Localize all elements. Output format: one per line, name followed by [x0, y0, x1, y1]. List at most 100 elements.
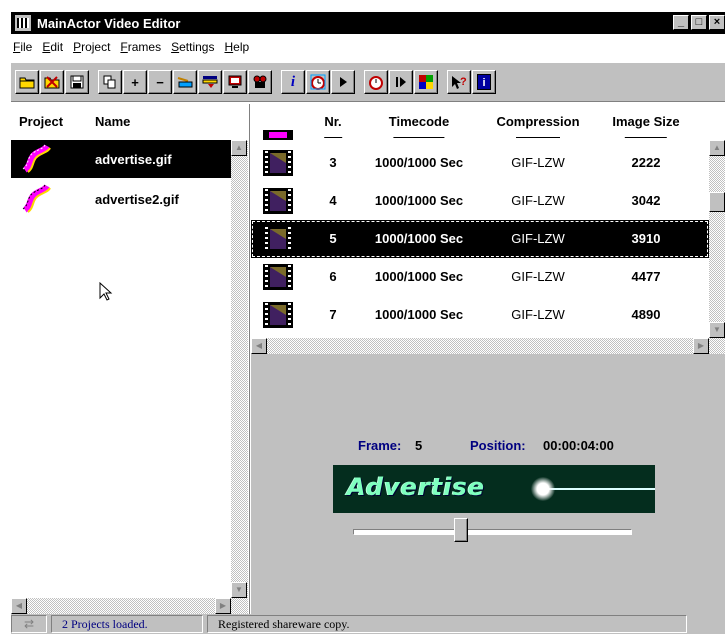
frame-nr: 4: [329, 193, 337, 208]
compression-column-header[interactable]: Compression: [483, 104, 593, 142]
frame-image-size: 4890: [631, 307, 661, 322]
stopwatch-icon[interactable]: [364, 70, 388, 94]
film-frame-icon: [263, 188, 293, 214]
project-list-hscrollbar[interactable]: ◀ ▶: [11, 598, 248, 614]
film-strip-icon: [22, 184, 51, 213]
frame-row[interactable]: 7 1000/1000 Sec GIF-LZW 4890: [251, 296, 709, 334]
scroll-down-icon[interactable]: ▼: [231, 582, 247, 598]
film-strip-icon: [22, 144, 51, 173]
project-list-vscrollbar[interactable]: ▲ ▼: [231, 140, 248, 598]
frame-timecode: 1000/1000 Sec: [374, 231, 464, 246]
window-controls: _ □ ×: [673, 15, 725, 30]
menu-project[interactable]: Project: [73, 40, 110, 54]
frame-timecode: 1000/1000 Sec: [374, 193, 464, 208]
lens-flare-line: [543, 488, 655, 490]
preview-banner-text: Advertise: [347, 473, 486, 501]
maximize-icon[interactable]: □: [691, 15, 707, 30]
frame-row[interactable]: 6 1000/1000 Sec GIF-LZW 4477: [251, 258, 709, 296]
menu-edit[interactable]: Edit: [42, 40, 63, 54]
project-name: advertise2.gif: [95, 191, 179, 207]
mouse-cursor-icon: [99, 282, 113, 301]
alarm-clock-icon[interactable]: [306, 70, 330, 94]
position-label: Position:: [470, 438, 526, 453]
frame-nr: 5: [329, 231, 337, 246]
film-frame-icon: [263, 302, 293, 328]
scroll-down-icon[interactable]: ▼: [709, 322, 725, 338]
frame-image-size: 3042: [631, 193, 661, 208]
frame-nr: 7: [329, 307, 337, 322]
frame-compression: GIF-LZW: [511, 307, 565, 322]
app-icon[interactable]: [15, 15, 31, 31]
project-row-advertise[interactable]: advertise.gif: [11, 140, 231, 178]
scroll-right-icon[interactable]: ▶: [693, 338, 709, 354]
nr-column-header[interactable]: Nr.: [311, 104, 355, 142]
close-icon[interactable]: ×: [709, 15, 725, 30]
frame-compression: GIF-LZW: [511, 155, 565, 170]
frame-timecode: 1000/1000 Sec: [374, 155, 464, 170]
image-size-column-header[interactable]: Image Size: [593, 104, 699, 142]
add-frame-button[interactable]: +: [123, 70, 147, 94]
scroll-left-icon[interactable]: ◀: [251, 338, 267, 354]
timecode-column-header[interactable]: Timecode: [355, 104, 483, 142]
frame-nr: 3: [329, 155, 337, 170]
film-frame-icon: [263, 130, 293, 140]
status-shareware: Registered shareware copy.: [207, 615, 687, 633]
window-title: MainActor Video Editor: [37, 15, 181, 31]
menu-help[interactable]: Help: [224, 40, 249, 54]
position-value: 00:00:04:00: [543, 438, 614, 453]
frame-label: Frame:: [358, 438, 402, 453]
delete-project-icon[interactable]: [40, 70, 64, 94]
frame-timecode: 1000/1000 Sec: [374, 307, 464, 322]
scroll-up-icon[interactable]: ▲: [709, 140, 725, 156]
frame-list-vscrollbar[interactable]: ▲ ▼: [709, 140, 725, 338]
frame-nr: 6: [329, 269, 337, 284]
menu-file[interactable]: File: [13, 40, 32, 54]
frame-compression: GIF-LZW: [511, 193, 565, 208]
frame-list-panel: Nr. Timecode Compression Image Size 3 100…: [251, 104, 725, 354]
frame-slider-thumb[interactable]: [453, 518, 468, 542]
scroll-right-icon[interactable]: ▶: [215, 598, 231, 614]
lens-flare: [531, 477, 555, 501]
frame-row[interactable]: 5 1000/1000 Sec GIF-LZW 3910: [251, 220, 709, 258]
frame-slider-track[interactable]: [353, 529, 632, 535]
menu-frames[interactable]: Frames: [120, 40, 161, 54]
toolbar: + − i ? i: [11, 62, 725, 102]
menu-settings[interactable]: Settings: [171, 40, 214, 54]
scroll-thumb[interactable]: [709, 192, 725, 212]
frame-timecode: 1000/1000 Sec: [374, 269, 464, 284]
scroll-left-icon[interactable]: ◀: [11, 598, 27, 614]
frame-image-size: 3910: [631, 231, 661, 246]
monitor-icon[interactable]: [223, 70, 247, 94]
project-column-header[interactable]: Project: [19, 104, 63, 140]
context-help-icon[interactable]: ?: [447, 70, 471, 94]
open-folder-icon[interactable]: [15, 70, 39, 94]
scroll-up-icon[interactable]: ▲: [231, 140, 247, 156]
info-button[interactable]: i: [281, 70, 305, 94]
timing-icon[interactable]: [173, 70, 197, 94]
frame-compression: GIF-LZW: [511, 269, 565, 284]
play-icon[interactable]: [331, 70, 355, 94]
status-icon: ⇄: [11, 615, 47, 633]
save-icon[interactable]: [65, 70, 89, 94]
frame-row[interactable]: 4 1000/1000 Sec GIF-LZW 3042: [251, 182, 709, 220]
step-forward-icon[interactable]: [389, 70, 413, 94]
camera-icon[interactable]: [248, 70, 272, 94]
title-bar: MainActor Video Editor _ □ ×: [11, 12, 725, 34]
remove-frame-button[interactable]: −: [148, 70, 172, 94]
palette-icon[interactable]: [414, 70, 438, 94]
menu-bar: File Edit Project Frames Settings Help: [11, 36, 725, 58]
frame-number: 5: [415, 438, 423, 453]
copy-frame-icon[interactable]: [98, 70, 122, 94]
frame-row[interactable]: 3 1000/1000 Sec GIF-LZW 2222: [251, 144, 709, 182]
project-list-panel: Project Name advertise.gif advertise2.gi…: [11, 104, 250, 614]
preview-image: Advertise: [333, 465, 655, 513]
preview-panel: Frame: 5 Position: 00:00:04:00 Advertise: [251, 354, 725, 614]
frame-compression: GIF-LZW: [511, 231, 565, 246]
minimize-icon[interactable]: _: [673, 15, 689, 30]
project-row-advertise2[interactable]: advertise2.gif: [11, 180, 231, 218]
name-column-header[interactable]: Name: [95, 104, 130, 140]
import-frames-icon[interactable]: [198, 70, 222, 94]
status-projects-loaded: 2 Projects loaded.: [51, 615, 203, 633]
frame-list-hscrollbar[interactable]: ◀ ▶: [251, 338, 725, 354]
about-icon[interactable]: i: [472, 70, 496, 94]
